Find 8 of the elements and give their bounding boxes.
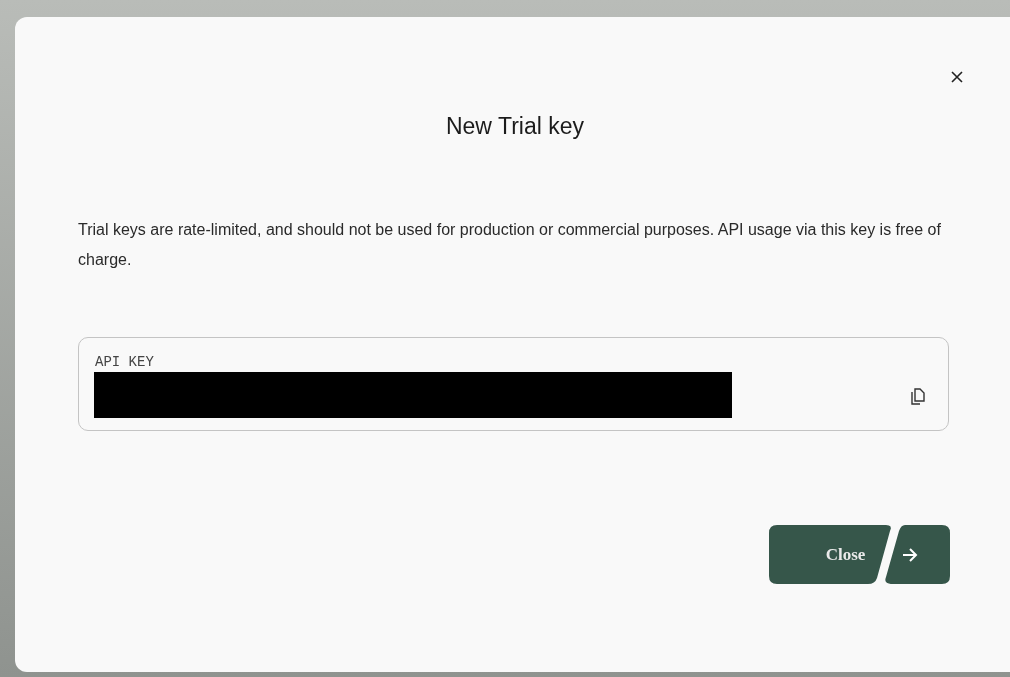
close-button[interactable]: Close xyxy=(769,525,950,584)
copy-icon[interactable] xyxy=(911,388,925,405)
api-key-field[interactable]: API KEY xyxy=(78,337,949,431)
dialog-title: New Trial key xyxy=(444,112,585,141)
field-label: API KEY xyxy=(95,354,154,370)
arrow-right-icon xyxy=(902,547,918,562)
close-icon[interactable] xyxy=(949,69,965,85)
dialog-description: Trial keys are rate-limited, and should not be used for production or commercial purposes. API usage via this key is free of charge. xyxy=(78,220,942,270)
